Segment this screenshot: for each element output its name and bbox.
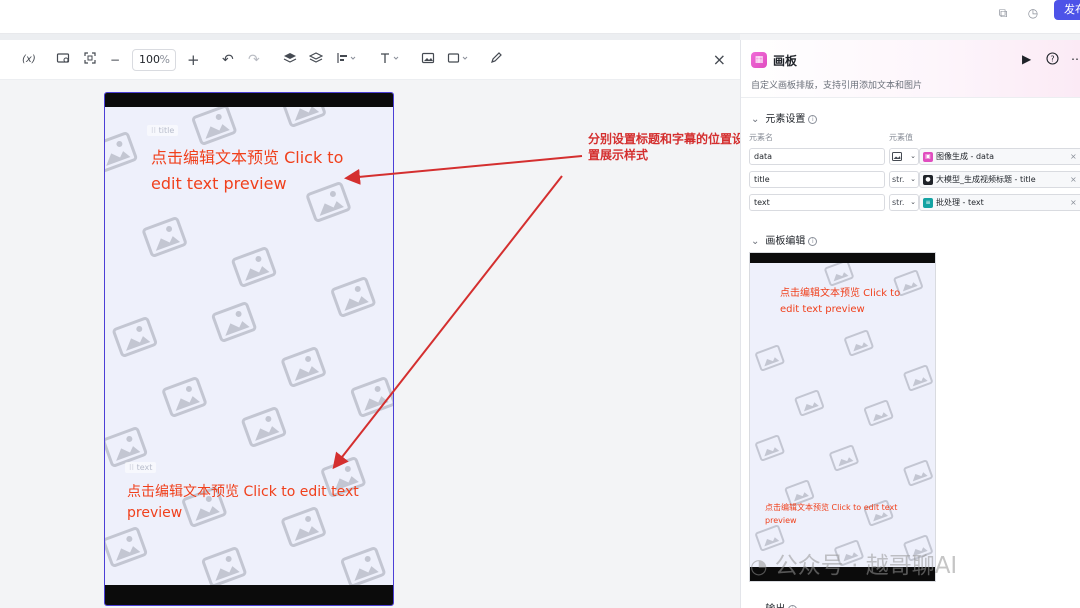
title-element-tag: ⁝⁝ title bbox=[147, 125, 179, 136]
element-value-ref[interactable]: ● 大模型_生成视频标题 - title × bbox=[919, 171, 1080, 188]
canvas-toolbar: (x) − 100 % + ↶ ↷ × bbox=[0, 40, 740, 80]
layer-down-icon[interactable] bbox=[308, 51, 324, 69]
wechat-watermark: ◔ 公众号 · 越哥聊AI bbox=[750, 553, 958, 579]
info-icon: i bbox=[808, 236, 818, 246]
pen-icon[interactable] bbox=[489, 51, 503, 69]
element-name-input[interactable]: title bbox=[749, 171, 885, 188]
zoom-value: 100 bbox=[139, 53, 160, 66]
image-gen-node-icon: ▣ bbox=[923, 152, 933, 162]
image-type-icon bbox=[892, 152, 902, 161]
align-icon[interactable] bbox=[336, 51, 358, 69]
column-header-value: 元素值 bbox=[889, 133, 913, 142]
element-value-ref[interactable]: ▣ 图像生成 - data × bbox=[919, 148, 1080, 165]
panel-title: 画板 bbox=[773, 54, 798, 68]
element-value-ref[interactable]: ≡ 批处理 - text × bbox=[919, 194, 1080, 211]
artboard-preview[interactable]: 点击编辑文本预览 Click to edit text preview 点击编辑… bbox=[749, 252, 936, 582]
remove-icon[interactable]: × bbox=[1070, 149, 1077, 164]
info-icon: i bbox=[808, 114, 818, 124]
run-icon[interactable]: ▶ bbox=[1022, 52, 1031, 66]
artboard-top-bar bbox=[105, 93, 393, 107]
canvas-edit-section-header[interactable]: ⌄ 画板编辑 i bbox=[751, 232, 818, 247]
preview-top-bar bbox=[750, 253, 935, 263]
preview-title-text: 点击编辑文本预览 Click to edit text preview bbox=[780, 288, 901, 315]
help-icon[interactable]: ? bbox=[1046, 52, 1059, 68]
panel-description: 自定义画板排版，支持引用添加文本和图片 bbox=[751, 81, 923, 91]
chevron-down-icon: ⌄ bbox=[910, 175, 916, 183]
layer-up-icon[interactable] bbox=[283, 51, 297, 69]
zoom-input[interactable]: 100 % bbox=[132, 49, 176, 71]
image-icon[interactable] bbox=[421, 51, 435, 69]
chevron-down-icon: ⌄ bbox=[751, 604, 759, 608]
column-header-name: 元素名 bbox=[749, 133, 773, 142]
close-icon[interactable]: × bbox=[713, 50, 726, 69]
element-name-input[interactable]: text bbox=[749, 194, 885, 211]
preview-body-text: 点击编辑文本预览 Click to edit text preview bbox=[765, 503, 898, 525]
artboard[interactable]: ⁝⁝ title 点击编辑文本预览 Click to edit text pre… bbox=[104, 92, 394, 606]
artboard-node-icon: ▦ bbox=[751, 52, 767, 68]
top-bar: ⧉ ◷ 发布 bbox=[0, 0, 1080, 34]
chevron-down-icon: ⌄ bbox=[751, 114, 760, 125]
element-type-select[interactable]: str. ⌄ bbox=[889, 194, 919, 211]
element-type-select[interactable]: ⌄ bbox=[889, 148, 919, 165]
properties-panel: ▦ 画板 自定义画板排版，支持引用添加文本和图片 ▶ ? ⋯ ⌄元素设置i 元素… bbox=[740, 40, 1080, 608]
zoom-unit: % bbox=[159, 53, 170, 66]
element-row: data ⌄ ▣ 图像生成 - data × bbox=[749, 148, 1080, 166]
copy-icon[interactable]: ⧉ bbox=[994, 4, 1012, 22]
batch-node-icon: ≡ bbox=[923, 198, 933, 208]
chevron-down-icon: ⌄ bbox=[910, 152, 916, 160]
publish-button[interactable]: 发布 bbox=[1054, 0, 1080, 20]
element-row: text str. ⌄ ≡ 批处理 - text × bbox=[749, 194, 1080, 212]
output-section-header[interactable]: ⌄输出i bbox=[751, 600, 798, 608]
artboard-bottom-bar bbox=[105, 585, 393, 605]
chevron-down-icon: ⌄ bbox=[751, 236, 760, 247]
redo-icon[interactable]: ↷ bbox=[248, 51, 260, 69]
elements-section-header[interactable]: ⌄ 元素设置 i bbox=[751, 110, 818, 125]
remove-icon[interactable]: × bbox=[1070, 172, 1077, 187]
remove-icon[interactable]: × bbox=[1070, 195, 1077, 210]
text-element-tag: ⁝⁝ text bbox=[125, 462, 157, 473]
element-type-select[interactable]: str. ⌄ bbox=[889, 171, 919, 188]
frame-icon[interactable] bbox=[56, 51, 70, 69]
fit-icon[interactable] bbox=[83, 51, 97, 69]
chevron-down-icon: ⌄ bbox=[910, 198, 916, 206]
undo-icon[interactable]: ↶ bbox=[222, 51, 234, 69]
body-text-element[interactable]: 点击编辑文本预览 Click to edit text preview bbox=[127, 482, 387, 524]
shape-icon[interactable] bbox=[447, 51, 473, 69]
info-icon: i bbox=[788, 604, 798, 608]
element-name-input[interactable]: data bbox=[749, 148, 885, 165]
wechat-icon: ◔ bbox=[750, 554, 768, 578]
zoom-in-icon[interactable]: + bbox=[187, 51, 200, 69]
canvas-area: (x) − 100 % + ↶ ↷ × ⁝⁝ title 点击编辑文本预览 Cl… bbox=[0, 40, 740, 608]
annotation-note: 分别设置标题和字幕的位置设置展示样式 bbox=[588, 132, 745, 162]
element-row: title str. ⌄ ● 大模型_生成视频标题 - title × bbox=[749, 171, 1080, 189]
history-icon[interactable]: ◷ bbox=[1024, 4, 1042, 22]
title-text-element[interactable]: 点击编辑文本预览 Click to edit text preview bbox=[151, 145, 371, 197]
more-icon[interactable]: ⋯ bbox=[1071, 52, 1080, 66]
text-icon[interactable] bbox=[378, 51, 402, 69]
llm-node-icon: ● bbox=[923, 175, 933, 185]
zoom-out-icon[interactable]: − bbox=[110, 51, 120, 69]
variable-icon[interactable]: (x) bbox=[22, 51, 36, 69]
panel-header: ▦ 画板 自定义画板排版，支持引用添加文本和图片 ▶ ? ⋯ bbox=[741, 40, 1080, 98]
svg-text:?: ? bbox=[1050, 55, 1054, 64]
